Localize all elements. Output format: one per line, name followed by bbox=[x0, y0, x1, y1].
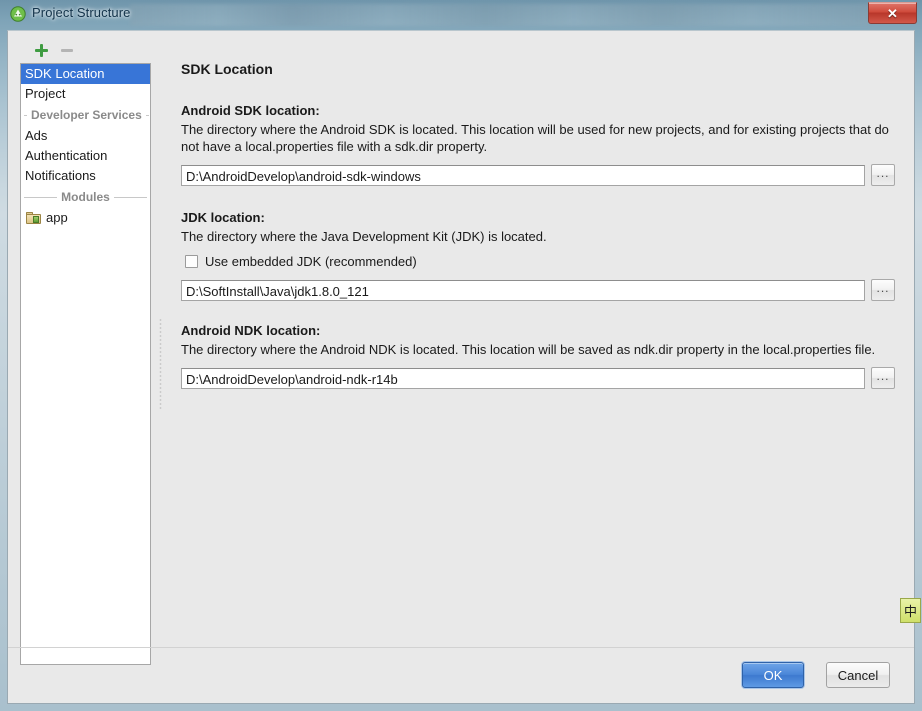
project-structure-dialog: Project Structure ✕ SDK Location Project bbox=[0, 0, 922, 711]
field-row: D:\SoftInstall\Java\jdk1.8.0_121 ... bbox=[181, 279, 914, 301]
section-label: Android SDK location: bbox=[181, 103, 320, 118]
sidebar-item-project[interactable]: Project bbox=[21, 84, 150, 104]
android-ndk-location-input[interactable]: D:\AndroidDevelop\android-ndk-r14b bbox=[181, 367, 865, 389]
section-label: JDK location: bbox=[181, 210, 265, 225]
section-description: The directory where the Android NDK is l… bbox=[181, 342, 876, 357]
separator-line-right bbox=[113, 196, 148, 198]
dialog-button-bar: OK Cancel bbox=[8, 647, 914, 703]
sidebar-list[interactable]: SDK Location Project Developer Services … bbox=[20, 63, 151, 665]
separator-line-left bbox=[24, 114, 27, 116]
sidebar-section-modules: Modules bbox=[21, 186, 150, 208]
splitter-grip-icon bbox=[159, 318, 162, 410]
ime-status-indicator[interactable]: 中 bbox=[900, 598, 921, 623]
android-sdk-location-input[interactable]: D:\AndroidDevelop\android-sdk-windows bbox=[181, 164, 865, 186]
title-bar[interactable]: Project Structure ✕ bbox=[0, 0, 922, 30]
sidebar-item-label: Notifications bbox=[25, 168, 96, 183]
add-module-button[interactable] bbox=[30, 39, 52, 61]
section-description: The directory where the Java Development… bbox=[181, 229, 547, 244]
jdk-location-input[interactable]: D:\SoftInstall\Java\jdk1.8.0_121 bbox=[181, 279, 865, 301]
section-label: Android NDK location: bbox=[181, 323, 321, 338]
ok-button-label: OK bbox=[763, 667, 783, 683]
separator-line-left bbox=[24, 196, 58, 198]
ellipsis-icon: ... bbox=[876, 280, 890, 295]
section-android-sdk-location: Android SDK location: The directory wher… bbox=[174, 103, 914, 186]
sidebar-item-authentication[interactable]: Authentication bbox=[21, 146, 150, 166]
close-icon: ✕ bbox=[887, 5, 898, 21]
minus-icon bbox=[61, 48, 73, 52]
sidebar-section-label: Developer Services bbox=[31, 108, 142, 122]
separator-line-right bbox=[145, 114, 149, 116]
use-embedded-jdk-label: Use embedded JDK (recommended) bbox=[205, 254, 417, 269]
sidebar-item-label: Ads bbox=[25, 128, 48, 143]
sidebar-item-label: app bbox=[46, 210, 68, 225]
remove-module-button bbox=[56, 39, 78, 61]
ime-chinese-mode-icon: 中 bbox=[903, 604, 917, 619]
jdk-browse-button[interactable]: ... bbox=[871, 279, 895, 301]
dialog-client-area: SDK Location Project Developer Services … bbox=[7, 30, 915, 704]
ok-button[interactable]: OK bbox=[742, 662, 804, 688]
ellipsis-icon: ... bbox=[876, 368, 890, 383]
cancel-button[interactable]: Cancel bbox=[826, 662, 890, 688]
sdk-location-pane: SDK Location Android SDK location: The d… bbox=[174, 61, 914, 671]
sidebar-section-label: Modules bbox=[61, 190, 110, 204]
window-title: Project Structure bbox=[32, 5, 131, 20]
sidebar-toolbar bbox=[20, 39, 160, 63]
sidebar-item-label: SDK Location bbox=[25, 66, 105, 81]
cancel-button-label: Cancel bbox=[837, 667, 879, 683]
sidebar-splitter[interactable] bbox=[158, 63, 164, 665]
section-jdk-location: JDK location: The directory where the Ja… bbox=[174, 210, 914, 301]
sidebar-item-ads[interactable]: Ads bbox=[21, 126, 150, 146]
android-sdk-browse-button[interactable]: ... bbox=[871, 164, 895, 186]
ellipsis-icon: ... bbox=[876, 165, 890, 180]
module-folder-icon bbox=[26, 212, 41, 224]
close-button[interactable]: ✕ bbox=[868, 2, 917, 24]
field-row: D:\AndroidDevelop\android-ndk-r14b ... bbox=[181, 367, 914, 389]
android-ndk-browse-button[interactable]: ... bbox=[871, 367, 895, 389]
sidebar-item-sdk-location[interactable]: SDK Location bbox=[21, 64, 150, 84]
section-description: The directory where the Android SDK is l… bbox=[181, 122, 889, 154]
plus-icon bbox=[34, 43, 48, 57]
use-embedded-jdk-checkbox-row[interactable]: Use embedded JDK (recommended) bbox=[185, 254, 914, 269]
sidebar-item-label: Authentication bbox=[25, 148, 108, 163]
sidebar-section-developer-services: Developer Services bbox=[21, 104, 150, 126]
use-embedded-jdk-checkbox[interactable] bbox=[185, 255, 198, 268]
sidebar-item-notifications[interactable]: Notifications bbox=[21, 166, 150, 186]
page-title: SDK Location bbox=[181, 61, 273, 77]
sidebar-item-label: Project bbox=[25, 86, 66, 101]
section-android-ndk-location: Android NDK location: The directory wher… bbox=[174, 323, 914, 389]
sidebar-item-app[interactable]: app bbox=[21, 208, 150, 228]
android-studio-icon bbox=[10, 6, 26, 22]
field-row: D:\AndroidDevelop\android-sdk-windows ..… bbox=[181, 164, 914, 186]
